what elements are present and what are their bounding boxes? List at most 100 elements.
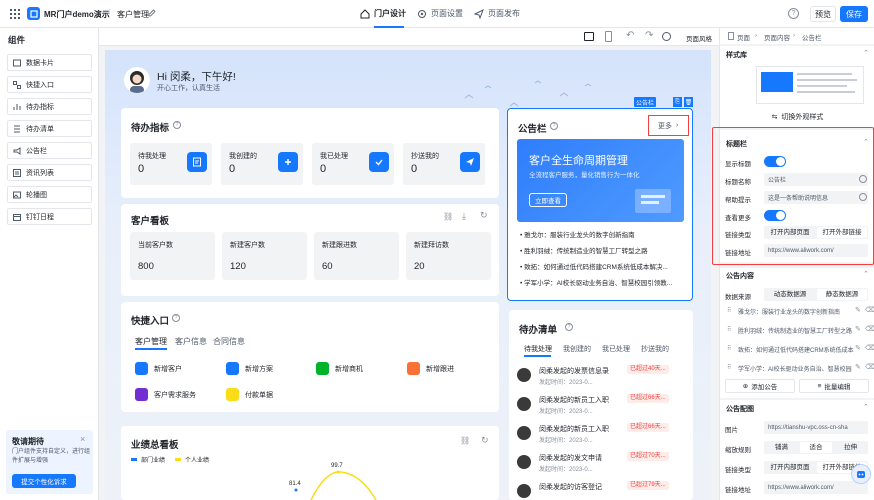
component-dingtalk-calendar[interactable]: 钉钉日程 [7,208,92,225]
edit-icon[interactable]: ✎ [855,306,861,314]
metric-pending[interactable]: 待我处理 0 [130,143,212,185]
seg-option[interactable]: 拉伸 [834,442,867,453]
help-icon[interactable]: ? [788,8,799,19]
page-style-button[interactable]: 页面风格 [686,33,712,43]
notice-entry[interactable]: 致拓：如何通过低代码搭建CRM系统低成本 [738,345,860,354]
todo-item[interactable]: 闵柔发起的发票信息录 发起时间：2023-0... 已超过40天... [517,365,687,391]
quick-new-opportunity[interactable]: 新增商机 [316,362,363,375]
notice-banner[interactable]: 客户全生命周期管理 全流程客户服务，量化销售行为一体化 立即查看 [517,139,684,222]
edit-icon[interactable]: ✎ [855,344,861,352]
page-crumb[interactable]: 客户管理 [117,9,149,20]
todo-item[interactable]: 闵柔发起的新员工入职 发起时间：2023-0... 已超过66天... [517,423,687,449]
notice-item[interactable]: • 学军小学：AI校长驱动业务自治、智慧校园引领教... [520,277,685,287]
component-todo-list[interactable]: 待办清单 [7,120,92,137]
refresh-icon[interactable]: ↻ [481,435,489,446]
notice-entry[interactable]: 雅戈尔：服装行业龙头的数字创新指南 [738,307,860,316]
todo-metrics-card[interactable]: 待办指标 ? 待我处理 0 我创建的 0 我已处理 0 抄送我的 0 [121,108,499,198]
todo-item[interactable]: 闵柔发起的发文申请 发起时间：2023-0... 已超过70天... [517,452,687,478]
chevron-up-icon[interactable]: ⌃ [863,403,869,411]
notice-entry[interactable]: 胜利羽绒：传统制造业的智慧工厂转型之路 [738,326,860,335]
notice-entry[interactable]: 学军小学：AI校长驱动业务自治、智慧校园 [738,364,860,373]
drag-handle-icon[interactable]: ⠿ [727,326,731,333]
notice-item[interactable]: • 致拓：如何通过低代码搭建CRM系统低成本解决... [520,261,685,271]
redo-icon[interactable]: ↷ [645,30,653,41]
drag-handle-icon[interactable]: ⠿ [727,307,731,314]
copy-icon[interactable]: ⎘ [673,97,682,107]
crumb-item[interactable]: 公告栏 [802,32,822,42]
style-preview[interactable] [756,66,864,104]
tab-page-settings[interactable]: 页面设置 [417,8,463,19]
more-link[interactable]: 更多 › [648,115,689,136]
assistant-bot-icon[interactable] [851,464,871,484]
component-news-list[interactable]: 资讯列表 [7,164,92,181]
quick-entry-card[interactable]: 快捷入口 ? 客户管理 客户信息 合同信息 新增客户 新增方案 新增商机 新增跟… [121,302,499,412]
tab-page-publish[interactable]: 页面发布 [474,8,520,19]
history-icon[interactable] [662,32,671,41]
image-url-input[interactable]: https://tianshu-vpc.oss-cn-sha [764,421,868,434]
todo-tab[interactable]: 我创建的 [563,344,591,354]
seg-option[interactable]: 打开内部页面 [765,462,815,473]
delete-icon[interactable]: 🗑 [684,97,693,107]
drag-handle-icon[interactable]: ⠿ [727,345,731,352]
board-current-customers[interactable]: 当前客户数 800 [130,232,215,280]
refresh-icon[interactable]: ↻ [480,210,488,221]
quick-new-plan[interactable]: 新增方案 [226,362,273,375]
todo-tab[interactable]: 我已处理 [602,344,630,354]
quick-new-followup[interactable]: 新增跟进 [407,362,454,375]
switch-style-button[interactable]: ⇆ 切换外观样式 [720,112,874,122]
board-new-visits[interactable]: 新建拜访数 20 [406,232,491,280]
close-icon[interactable]: × [80,434,85,444]
info-icon[interactable]: ? [173,121,181,129]
info-icon[interactable]: ? [172,314,180,322]
crumb-item[interactable]: 页面内容 [764,32,790,42]
component-quick-entry[interactable]: 快捷入口 [7,76,92,93]
banner-view-button[interactable]: 立即查看 [529,193,567,207]
info-icon[interactable]: ? [550,122,558,130]
component-carousel[interactable]: 轮播图 [7,186,92,203]
link-icon[interactable]: ⛓ [460,436,470,445]
seg-option[interactable]: 铺满 [765,442,798,453]
quick-customer-service[interactable]: 客户需求服务 [135,388,196,401]
metric-processed[interactable]: 我已处理 0 [312,143,394,185]
undo-icon[interactable]: ↶ [626,30,634,41]
performance-card[interactable]: 业绩总看板 ⛓ ↻ 部门业绩 个人业绩 99.7 81.4 [121,426,499,500]
quick-payment[interactable]: 付款单据 [226,388,273,401]
app-title[interactable]: MR门户demo演示 [44,9,110,20]
zoom-rule-segmented[interactable]: 铺满 适合 拉伸 [764,441,868,454]
chevron-up-icon[interactable]: ⌃ [863,270,869,278]
download-icon[interactable]: ⤓ [462,211,466,222]
delete-icon[interactable]: ⌫ [865,325,874,333]
notice-card[interactable]: 公告栏 ⎘ 🗑 公告栏 ? 更多 › 客户全生命周期管理 全流程客户服务，量化销… [507,97,693,301]
todo-tab[interactable]: 抄送我的 [641,344,669,354]
grid-icon[interactable] [9,8,20,19]
edit-icon[interactable]: ✎ [855,325,861,333]
chevron-up-icon[interactable]: ⌃ [863,49,869,57]
tab-portal-design[interactable]: 门户设计 [360,8,406,19]
quick-tab[interactable]: 客户信息 [175,336,207,347]
board-new-customers[interactable]: 新建客户数 120 [222,232,307,280]
save-button[interactable]: 保存 [840,6,868,22]
component-todo-metrics[interactable]: 待办指标 [7,98,92,115]
quick-tab-active[interactable]: 客户管理 [135,336,167,347]
todo-item[interactable]: 闵柔发起的新员工入职 发起时间：2023-0... 已超过66天... [517,394,687,420]
batch-edit-button[interactable]: ≡ 批量编辑 [799,379,869,393]
todo-tab-active[interactable]: 待我处理 [524,344,552,354]
todo-list-card[interactable]: 待办清单 ? 待我处理 我创建的 我已处理 抄送我的 闵柔发起的发票信息录 发起时… [509,310,693,500]
seg-option[interactable]: 动态数据源 [765,289,815,300]
metric-created[interactable]: 我创建的 0 [221,143,303,185]
metric-cc[interactable]: 抄送我的 0 [403,143,485,185]
notice-item[interactable]: • 雅戈尔：服装行业龙头的数字创新指南 [520,229,685,239]
todo-item[interactable]: 闵柔发起的访客登记 已超过79天... [517,481,687,500]
delete-icon[interactable]: ⌫ [865,363,874,371]
preview-button[interactable]: 预览 [810,6,836,22]
delete-icon[interactable]: ⌫ [865,306,874,314]
edit-icon[interactable] [147,8,156,17]
notice-item[interactable]: • 胜利羽绒：传统制造业的智慧工厂转型之路 [520,245,685,255]
quick-tab[interactable]: 合同信息 [213,336,245,347]
seg-option-selected[interactable]: 适合 [799,442,833,453]
seg-option-selected[interactable]: 静态数据源 [817,289,867,300]
desktop-icon[interactable] [584,32,594,41]
submit-request-button[interactable]: 提交个性化诉求 [12,474,76,488]
component-notice[interactable]: 公告栏 [7,142,92,159]
delete-icon[interactable]: ⌫ [865,344,874,352]
